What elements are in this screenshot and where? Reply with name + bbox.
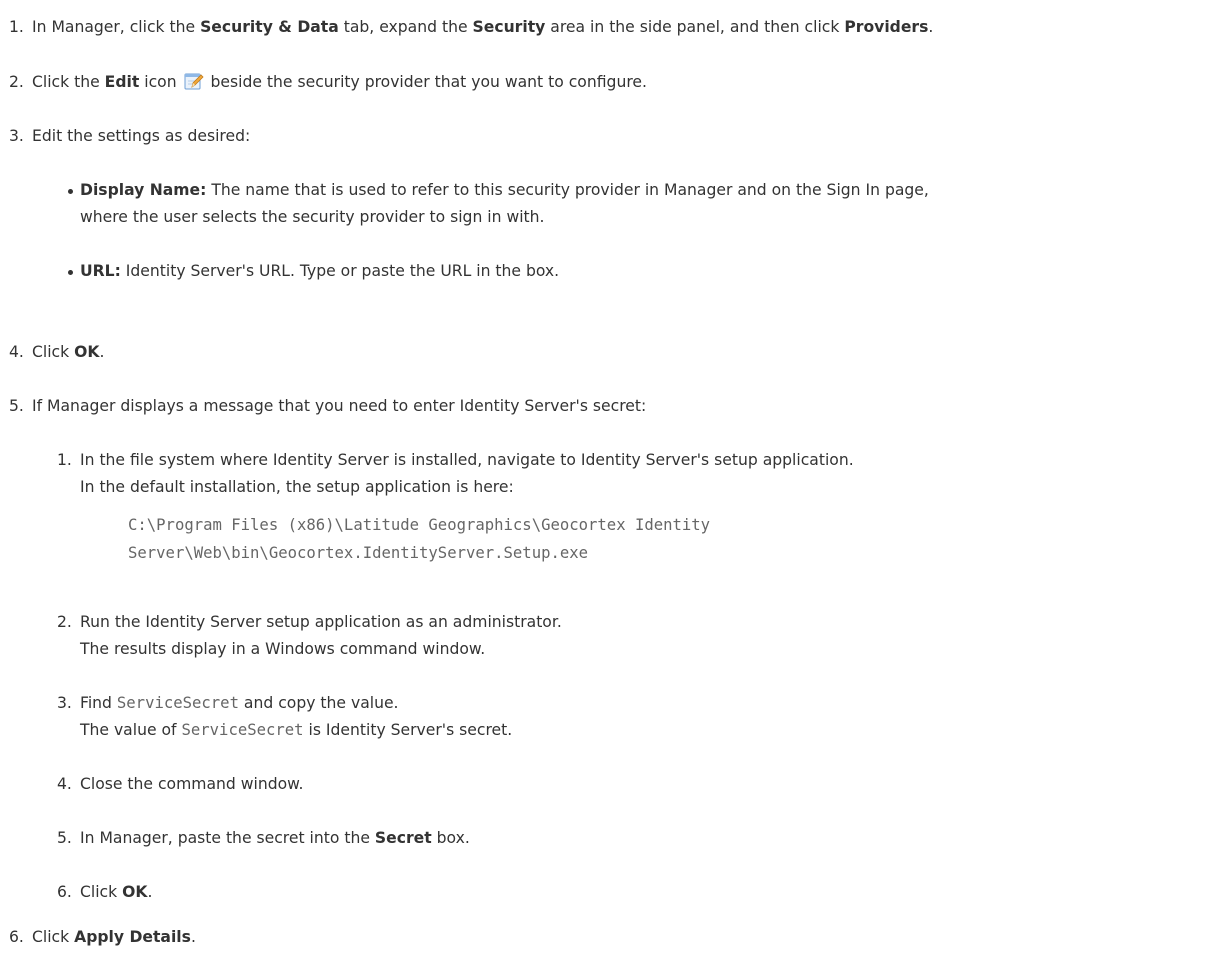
substep-number: 5. (57, 829, 72, 847)
substep-number: 1. (57, 451, 72, 469)
ok-label: OK (74, 343, 100, 361)
substep-5-text-a: In Manager, paste the secret into the (80, 829, 375, 847)
substep-number: 4. (57, 775, 72, 793)
edit-label: Edit (104, 73, 140, 91)
display-name-label: Display Name: (80, 181, 207, 199)
step-2-text-b: icon (139, 73, 177, 91)
substep-3-text-a: Find (80, 694, 117, 712)
step-number: 4. (9, 343, 24, 361)
url-label: URL: (80, 262, 121, 280)
step-3-text: Edit the settings as desired: (32, 127, 251, 145)
step-1-text-d: . (928, 18, 934, 36)
url-description: Identity Server's URL. Type or paste the… (120, 262, 560, 280)
ok-label: OK (122, 883, 148, 901)
step-2-text: Click the Edit icon beside the security … (32, 71, 647, 93)
secret-label: Secret (374, 829, 432, 847)
substep-5-text-b: box. (431, 829, 470, 847)
security-data-tab-label: Security & Data (200, 18, 339, 36)
step-4-text: Click OK. (32, 341, 104, 363)
substep-6-text-b: . (147, 883, 153, 901)
substep-1-line1: In the file system where Identity Server… (80, 451, 854, 469)
url-bullet: URL: Identity Server's URL. Type or past… (80, 260, 559, 282)
service-secret-code: ServiceSecret (181, 721, 304, 739)
setup-path-line2: Server\Web\bin\Geocortex.IdentityServer.… (128, 544, 589, 562)
substep-5-line1: In Manager, paste the secret into the Se… (80, 827, 470, 849)
step-1-text-a: In Manager, click the (32, 18, 201, 36)
display-name-description: The name that is used to refer to this s… (206, 181, 929, 199)
providers-label: Providers (844, 18, 929, 36)
step-4-text-b: . (99, 343, 105, 361)
bullet-dot (68, 270, 73, 275)
step-number: 3. (9, 127, 24, 145)
step-4-text-a: Click (32, 343, 75, 361)
substep-1-line2: In the default installation, the setup a… (80, 478, 514, 496)
service-secret-code: ServiceSecret (116, 694, 239, 712)
security-area-label: Security (472, 18, 546, 36)
substep-6-text-a: Click (80, 883, 123, 901)
step-2-text-a: Click the (32, 73, 105, 91)
substep-4-line1: Close the command window. (80, 775, 304, 793)
step-number: 1. (9, 18, 24, 36)
substep-2-line1: Run the Identity Server setup applicatio… (80, 613, 562, 631)
step-number: 6. (9, 928, 24, 946)
setup-path-line1: C:\Program Files (x86)\Latitude Geograph… (128, 516, 711, 534)
step-6-text-a: Click (32, 928, 75, 946)
step-5-text: If Manager displays a message that you n… (32, 397, 647, 415)
step-1-text: In Manager, click the Security & Data ta… (32, 16, 933, 38)
display-name-bullet-cont: where the user selects the security prov… (80, 208, 545, 226)
substep-3-line1: Find ServiceSecret and copy the value. (80, 692, 399, 714)
step-1-text-c: area in the side panel, and then click (545, 18, 845, 36)
substep-3-text-c: The value of (80, 721, 182, 739)
substep-2-line2: The results display in a Windows command… (80, 640, 486, 658)
step-number: 5. (9, 397, 24, 415)
substep-3-text-d: is Identity Server's secret. (303, 721, 513, 739)
display-name-bullet: Display Name: The name that is used to r… (80, 179, 929, 201)
substep-number: 6. (57, 883, 72, 901)
step-number: 2. (9, 73, 24, 91)
substep-3-line2: The value of ServiceSecret is Identity S… (80, 719, 512, 741)
substep-3-text-b: and copy the value. (238, 694, 399, 712)
edit-icon (184, 71, 204, 91)
step-6-text-b: . (190, 928, 196, 946)
substep-6-line1: Click OK. (80, 881, 152, 903)
apply-details-label: Apply Details (74, 928, 191, 946)
procedure-page: 1. In Manager, click the Security & Data… (0, 0, 1225, 959)
step-1-text-b: tab, expand the (338, 18, 473, 36)
bullet-dot (68, 189, 73, 194)
substep-number: 2. (57, 613, 72, 631)
substep-number: 3. (57, 694, 72, 712)
step-2-text-c: beside the security provider that you wa… (210, 73, 647, 91)
step-6-text: Click Apply Details. (32, 926, 196, 948)
